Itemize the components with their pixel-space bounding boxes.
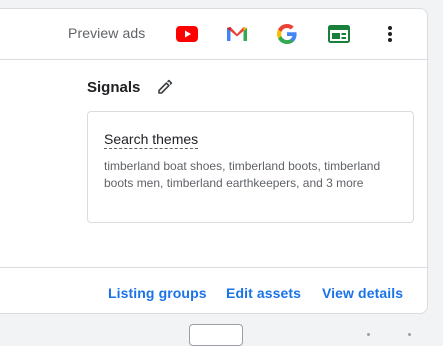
pencil-icon[interactable] <box>157 79 175 97</box>
google-icon[interactable] <box>275 22 299 46</box>
more-vert-icon[interactable] <box>378 22 402 46</box>
preview-toolbar: Preview ads <box>0 9 427 60</box>
footer-divider <box>0 267 427 268</box>
youtube-icon[interactable] <box>175 22 199 46</box>
signals-title: Signals <box>87 79 141 96</box>
listing-groups-link[interactable]: Listing groups <box>108 285 207 301</box>
search-themes-list: timberland boat shoes, timberland boots,… <box>104 159 381 190</box>
search-themes-panel: Search themes timberland boat shoes, tim… <box>87 111 414 223</box>
edit-assets-link[interactable]: Edit assets <box>226 285 301 301</box>
view-details-link[interactable]: View details <box>322 285 403 301</box>
next-card-dot <box>408 333 411 336</box>
asset-group-card: Preview ads Signals Search themes timber… <box>0 8 428 314</box>
search-themes-title[interactable]: Search themes <box>104 131 199 149</box>
gmail-icon[interactable] <box>225 22 249 46</box>
preview-ads-label: Preview ads <box>68 25 146 41</box>
next-card-dot <box>367 333 370 336</box>
display-icon[interactable] <box>327 22 351 46</box>
next-card-control[interactable] <box>189 324 243 346</box>
